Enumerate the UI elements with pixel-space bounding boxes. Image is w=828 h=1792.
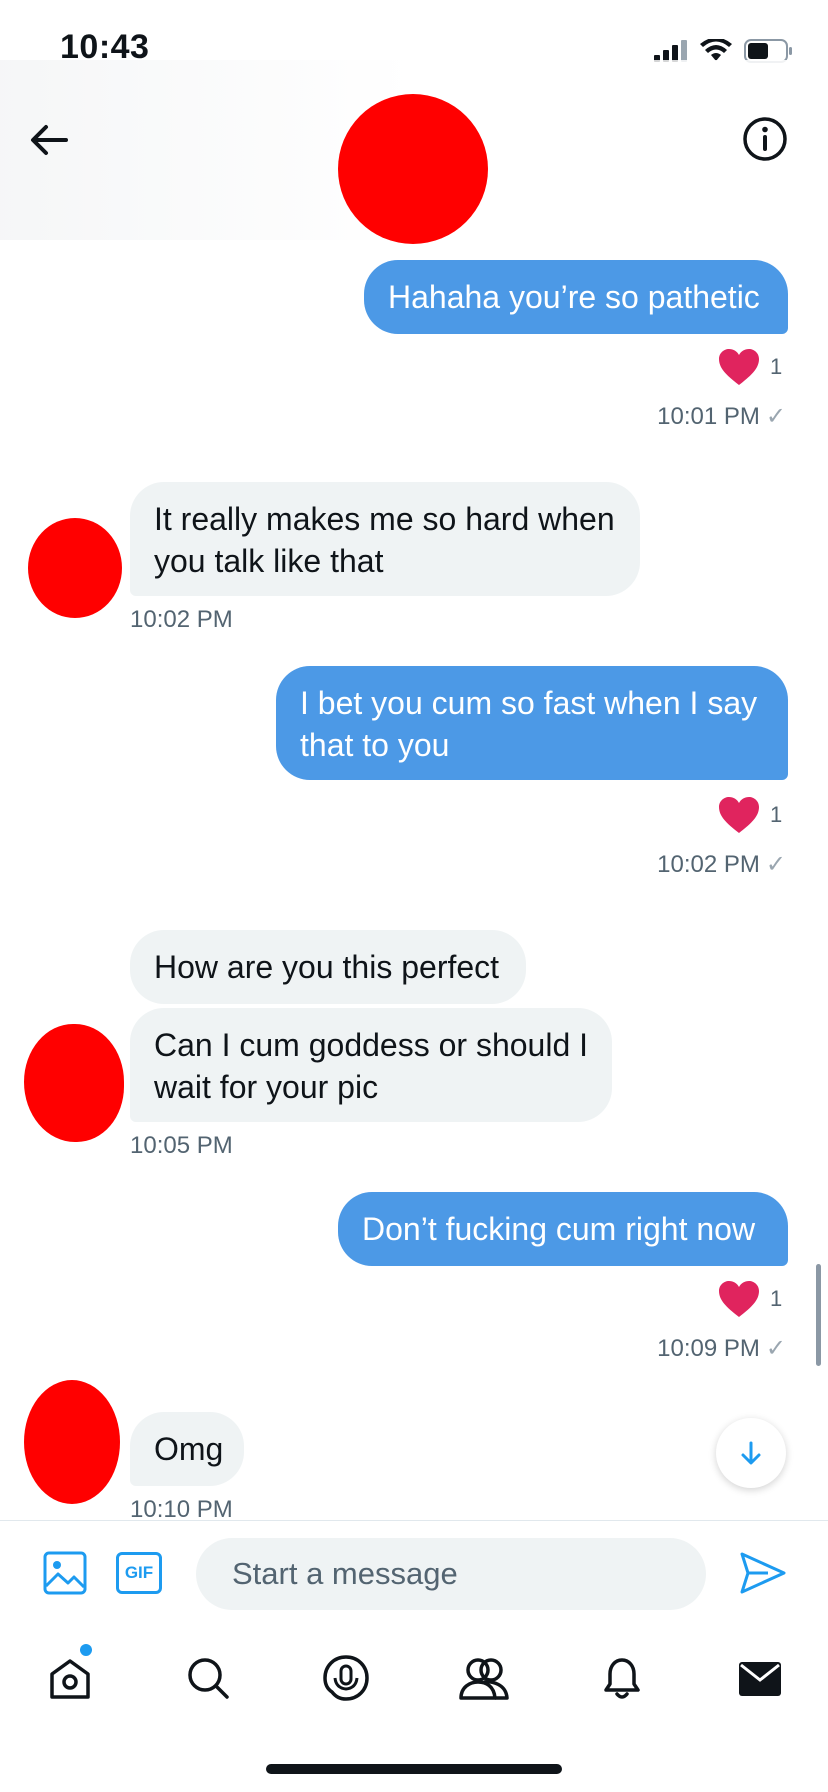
home-notification-dot — [80, 1644, 92, 1656]
image-icon — [43, 1551, 87, 1595]
message-timestamp: 10:09 PM ✓ — [657, 1335, 786, 1362]
contact-avatar[interactable] — [338, 94, 488, 244]
read-check-icon: ✓ — [765, 403, 786, 430]
heart-icon — [719, 797, 759, 833]
message-bubble-incoming[interactable]: How are you this perfect — [130, 930, 526, 1004]
message-bubble-incoming[interactable]: Can I cum goddess or should I wait for y… — [130, 1008, 612, 1122]
read-check-icon: ✓ — [765, 1335, 786, 1362]
message-text: I bet you cum so fast when I say that to… — [300, 685, 758, 763]
message-text: Don’t fucking cum right now — [362, 1211, 756, 1247]
message-reaction[interactable]: 1 — [718, 796, 782, 834]
nav-communities[interactable] — [456, 1650, 512, 1706]
message-reaction[interactable]: 1 — [718, 1280, 782, 1318]
scrollbar-thumb[interactable] — [816, 1264, 821, 1366]
cellular-signal-icon — [654, 40, 687, 62]
send-button[interactable] — [738, 1548, 788, 1598]
nav-messages[interactable] — [732, 1650, 788, 1706]
message-bubble-outgoing[interactable]: I bet you cum so fast when I say that to… — [276, 666, 788, 780]
bell-icon — [604, 1658, 640, 1699]
read-check-icon: ✓ — [765, 851, 786, 878]
message-text: Hahaha you’re so pathetic — [388, 279, 760, 315]
message-text: Omg — [154, 1431, 224, 1467]
search-icon — [188, 1658, 229, 1699]
heart-icon — [719, 1281, 759, 1317]
home-indicator[interactable] — [266, 1764, 562, 1774]
message-timestamp: 10:02 PM — [130, 606, 233, 633]
nav-home[interactable] — [42, 1644, 98, 1706]
spaces-microphone-icon — [323, 1655, 369, 1701]
nav-notifications[interactable] — [594, 1650, 650, 1706]
sender-avatar[interactable] — [24, 1380, 120, 1504]
reaction-count: 1 — [770, 802, 783, 827]
back-button[interactable] — [28, 118, 72, 162]
message-bubble-incoming[interactable]: It really makes me so hard when you talk… — [130, 482, 640, 596]
communities-icon — [459, 1658, 509, 1700]
scroll-to-bottom-button[interactable] — [716, 1418, 786, 1488]
nav-search[interactable] — [180, 1650, 236, 1706]
message-timestamp: 10:02 PM ✓ — [657, 851, 786, 878]
message-reaction[interactable]: 1 — [718, 348, 782, 386]
message-text: It really makes me so hard when you talk… — [154, 501, 615, 579]
message-input[interactable] — [230, 1555, 706, 1593]
send-icon — [740, 1552, 786, 1594]
message-text: How are you this perfect — [154, 949, 500, 985]
arrow-left-icon — [31, 125, 68, 155]
message-bubble-outgoing[interactable]: Don’t fucking cum right now — [338, 1192, 788, 1266]
compose-divider — [0, 1520, 828, 1521]
message-timestamp: 10:01 PM ✓ — [657, 403, 786, 430]
heart-icon — [719, 349, 759, 385]
reaction-count: 1 — [770, 354, 783, 379]
message-bubble-outgoing[interactable]: Hahaha you’re so pathetic — [364, 260, 788, 334]
home-icon — [50, 1659, 90, 1699]
arrow-down-icon — [741, 1441, 761, 1465]
message-compose-field[interactable] — [196, 1538, 706, 1610]
sender-avatar[interactable] — [28, 518, 122, 618]
add-image-button[interactable] — [42, 1550, 88, 1596]
gif-label: GIF — [124, 1563, 154, 1582]
info-icon — [743, 117, 787, 161]
gif-button[interactable]: GIF — [116, 1552, 162, 1594]
message-text: Can I cum goddess or should I wait for y… — [154, 1027, 589, 1105]
sender-avatar[interactable] — [24, 1024, 124, 1142]
envelope-icon — [739, 1662, 781, 1696]
nav-spaces[interactable] — [318, 1650, 374, 1706]
message-bubble-incoming[interactable]: Omg — [130, 1412, 244, 1486]
conversation-info-button[interactable] — [742, 116, 788, 162]
message-timestamp: 10:05 PM — [130, 1132, 233, 1159]
reaction-count: 1 — [770, 1286, 783, 1311]
